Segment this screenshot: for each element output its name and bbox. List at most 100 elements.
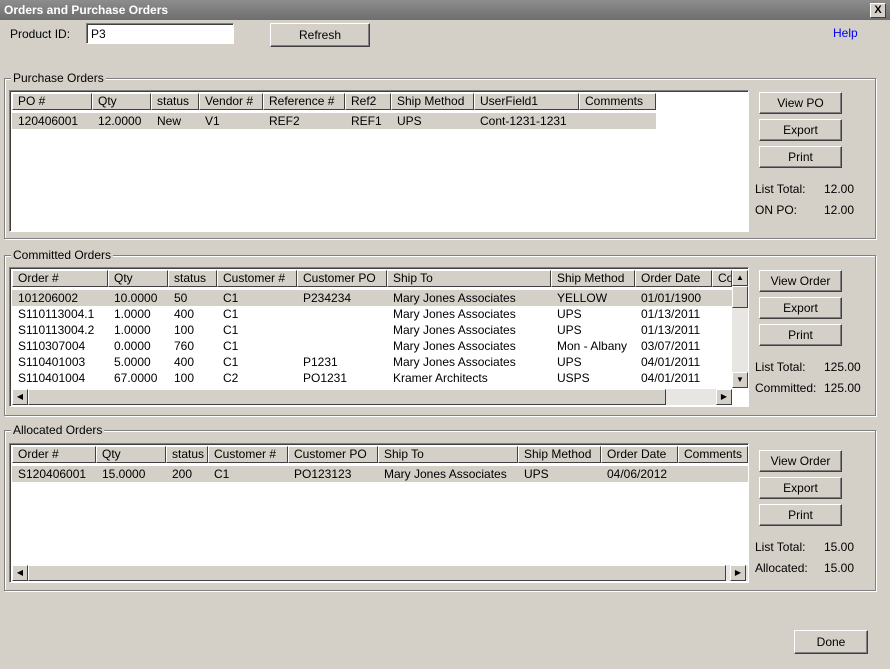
ship-method-col-header[interactable]: Ship Method [518, 446, 601, 463]
allocated-label: Allocated: [755, 561, 808, 575]
vertical-scroll-thumb[interactable] [732, 286, 748, 308]
reference-col-header[interactable]: Reference # [263, 93, 345, 110]
qty-col-header[interactable]: Qty [92, 93, 151, 110]
userfield1-cell: Cont-1231-1231 [480, 114, 567, 128]
committed-print-button[interactable]: Print [759, 324, 842, 346]
order-number-cell: S120406001 [18, 467, 87, 481]
purchase-list-total-label: List Total: [755, 182, 806, 196]
horizontal-scroll-thumb[interactable] [28, 565, 726, 581]
qty-cell: 1.0000 [114, 323, 151, 337]
ship-method-cell: UPS [557, 307, 582, 321]
userfield1-col-header[interactable]: UserField1 [474, 93, 579, 110]
customer-col-header[interactable]: Customer # [208, 446, 288, 463]
window-titlebar: Orders and Purchase Orders X [0, 0, 890, 20]
scroll-left-arrow-icon[interactable]: ◀ [12, 565, 28, 581]
ship-to-col-header[interactable]: Ship To [378, 446, 518, 463]
committed-orders-legend: Committed Orders [11, 248, 114, 262]
order-number-cell: S110307004 [18, 339, 86, 353]
qty-cell: 12.0000 [98, 114, 142, 128]
order-date-col-header[interactable]: Order Date [601, 446, 678, 463]
scroll-right-arrow-icon[interactable]: ▶ [716, 389, 732, 405]
ship-to-col-header[interactable]: Ship To [387, 270, 551, 287]
scroll-left-arrow-icon[interactable]: ◀ [12, 389, 28, 405]
ship-method-col-header[interactable]: Ship Method [551, 270, 635, 287]
ship-to-cell: Mary Jones Associates [393, 307, 516, 321]
ship-to-cell: Kramer Architects [393, 371, 488, 385]
status-col-header[interactable]: status [168, 270, 217, 287]
ship-to-cell: Mary Jones Associates [393, 323, 516, 337]
order-date-col-header[interactable]: Order Date [635, 270, 712, 287]
comments-col-header[interactable]: Comments [579, 93, 656, 110]
customer-po-cell [297, 338, 387, 354]
status-cell: 100 [174, 323, 195, 337]
order-date-cell: 01/13/2011 [641, 323, 701, 337]
customer-cell: C1 [223, 291, 239, 305]
horizontal-scroll-thumb[interactable] [28, 389, 666, 405]
customer-po-col-header[interactable]: Customer PO [288, 446, 378, 463]
ship-method-cell: UPS [557, 323, 582, 337]
vendor-cell: V1 [205, 114, 220, 128]
ship-method-cell: YELLOW [557, 291, 608, 305]
purchase-orders-legend: Purchase Orders [11, 71, 106, 85]
vendor-col-header[interactable]: Vendor # [199, 93, 263, 110]
committed-list-total-value: 125.00 [824, 360, 861, 374]
refresh-button[interactable]: Refresh [270, 23, 370, 47]
status-cell: 400 [174, 307, 195, 321]
order-number-cell: S110113004.2 [18, 323, 95, 337]
allocated-export-button[interactable]: Export [759, 477, 842, 499]
on-po-value: 12.00 [824, 203, 855, 217]
view-order-button[interactable]: View Order [759, 270, 842, 292]
committed-export-button[interactable]: Export [759, 297, 842, 319]
customer-cell: C1 [223, 323, 239, 337]
customer-po-cell [297, 322, 387, 338]
ship-to-cell: Mary Jones Associates [393, 291, 516, 305]
ref2-cell: REF1 [351, 114, 382, 128]
ship-method-cell: Mon - Albany [557, 339, 628, 353]
committed-list-total-label: List Total: [755, 360, 806, 374]
customer-cell: C1 [223, 355, 239, 369]
comments-col-header[interactable]: Comments [678, 446, 748, 463]
help-link[interactable]: Help [833, 26, 858, 40]
committed-orders-table[interactable]: Order # Qty status Customer # Customer P… [9, 267, 749, 407]
po-col-header[interactable]: PO # [12, 93, 92, 110]
qty-col-header[interactable]: Qty [96, 446, 166, 463]
qty-col-header[interactable]: Qty [108, 270, 168, 287]
product-id-input[interactable] [86, 23, 234, 44]
order-col-header[interactable]: Order # [12, 270, 108, 287]
scroll-up-arrow-icon[interactable]: ▲ [732, 270, 748, 286]
close-button[interactable]: X [870, 3, 886, 18]
order-date-cell: 04/01/2011 [641, 371, 701, 385]
purchase-orders-table[interactable]: PO # Qty status Vendor # Reference # Ref… [9, 90, 749, 232]
order-date-cell: 04/01/2011 [641, 355, 701, 369]
order-number-cell: S110401004 [18, 371, 86, 385]
purchase-export-button[interactable]: Export [759, 119, 842, 141]
po-number-cell: 120406001 [18, 114, 79, 128]
status-col-header[interactable]: status [151, 93, 199, 110]
qty-cell: 15.0000 [102, 467, 146, 481]
done-button[interactable]: Done [794, 630, 868, 654]
order-date-cell: 01/01/1900 [641, 291, 702, 305]
status-cell: 760 [174, 339, 195, 353]
scroll-right-arrow-icon[interactable]: ▶ [730, 565, 746, 581]
status-cell: New [157, 114, 182, 128]
ship-method-cell: USPS [557, 371, 590, 385]
committed-label: Committed: [755, 381, 817, 395]
view-order-button[interactable]: View Order [759, 450, 842, 472]
ref2-col-header[interactable]: Ref2 [345, 93, 391, 110]
scroll-down-arrow-icon[interactable]: ▼ [732, 372, 748, 388]
customer-po-cell: P234234 [303, 291, 352, 305]
ship-method-col-header[interactable]: Ship Method [391, 93, 474, 110]
view-po-button[interactable]: View PO [759, 92, 842, 114]
customer-cell: C1 [223, 339, 239, 353]
customer-po-col-header[interactable]: Customer PO [297, 270, 387, 287]
status-col-header[interactable]: status [166, 446, 208, 463]
comments-col-header[interactable]: Co [712, 270, 732, 287]
customer-col-header[interactable]: Customer # [217, 270, 297, 287]
allocated-print-button[interactable]: Print [759, 504, 842, 526]
ship-method-cell: UPS [557, 355, 582, 369]
allocated-orders-table[interactable]: Order # Qty status Customer # Customer P… [9, 443, 749, 583]
customer-po-cell [297, 306, 387, 322]
purchase-print-button[interactable]: Print [759, 146, 842, 168]
product-id-label: Product ID: [10, 27, 71, 41]
order-col-header[interactable]: Order # [12, 446, 96, 463]
